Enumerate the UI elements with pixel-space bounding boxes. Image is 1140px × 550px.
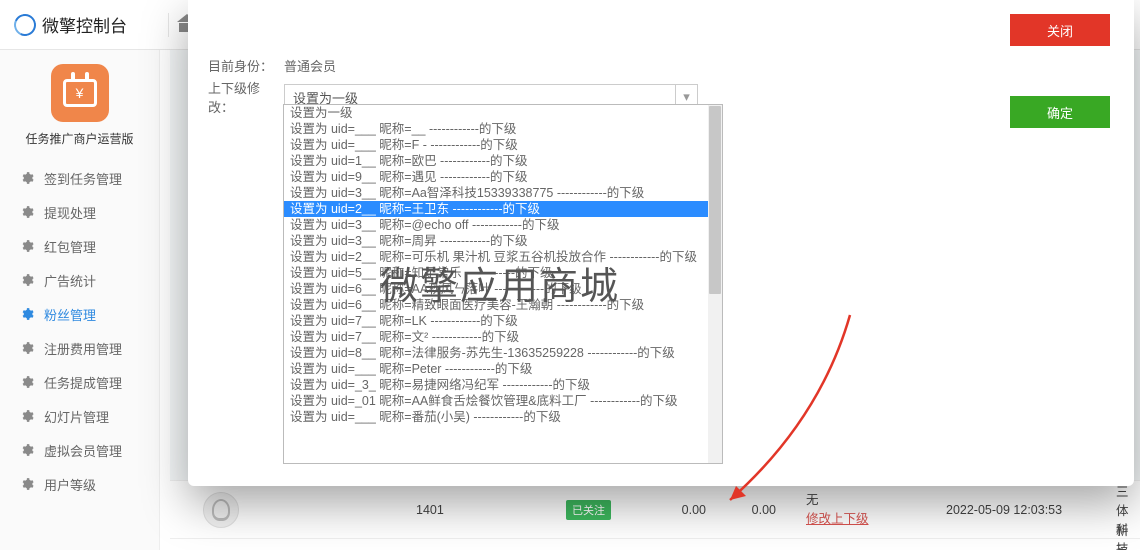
ok-button[interactable]: 确定 xyxy=(1010,96,1110,128)
sidebar-item-7[interactable]: 幻灯片管理 xyxy=(0,399,159,433)
dropdown-option[interactable]: 设置为 uid=_01 昵称=AA鲜食舌烩餐饮管理&底料工厂 ---------… xyxy=(284,393,708,409)
sidebar-item-5[interactable]: 注册费用管理 xyxy=(0,331,159,365)
sidebar-item-0[interactable]: 签到任务管理 xyxy=(0,161,159,195)
dropdown-option[interactable]: 设置为 uid=___ 昵称=F - ------------的下级 xyxy=(284,137,708,153)
dropdown-option[interactable]: 设置为 uid=___ 昵称=__ ------------的下级 xyxy=(284,121,708,137)
dropdown-option[interactable]: 设置为 uid=9__ 昵称=遇见 ------------的下级 xyxy=(284,169,708,185)
dropdown-option[interactable]: 设置为 uid=1__ 昵称=欧巴 ------------的下级 xyxy=(284,153,708,169)
app-icon: ¥ xyxy=(51,64,109,122)
dropdown-option[interactable]: 设置为 uid=6__ 昵称=AA秋风ㄣ落叶 ------------的下级 xyxy=(284,281,708,297)
app-name: 任务推广商户运营版 xyxy=(0,130,159,147)
scrollbar-thumb[interactable] xyxy=(709,106,721,294)
sidebar-item-2[interactable]: 红包管理 xyxy=(0,229,159,263)
sidebar-item-1[interactable]: 提现处理 xyxy=(0,195,159,229)
logo[interactable]: 微擎控制台 xyxy=(0,12,160,37)
dropdown-option[interactable]: 设置为 uid=___ 昵称=番茄(小吴) ------------的下级 xyxy=(284,409,708,425)
dropdown-option[interactable]: 设置为 uid=2__ 昵称=王卫东 ------------的下级 xyxy=(284,201,708,217)
dropdown-list[interactable]: 设置为一级设置为 uid=___ 昵称=__ ------------的下级设置… xyxy=(283,104,723,464)
table-row: 1401已关注0.000.00无修改上下级2022-05-09 12:03:53… xyxy=(170,480,1140,538)
dropdown-option[interactable]: 设置为 uid=6__ 昵称=精致眼面医疗美容-王瀚朝 ------------… xyxy=(284,297,708,313)
logo-icon xyxy=(11,10,39,38)
identity-row: 目前身份： 普通会员 xyxy=(208,56,336,75)
status-badge: 已关注 xyxy=(566,500,611,520)
sidebar-item-3[interactable]: 广告统计 xyxy=(0,263,159,297)
sidebar-item-9[interactable]: 用户等级 xyxy=(0,467,159,501)
avatar xyxy=(203,492,239,528)
level-label: 上下级修改： xyxy=(208,78,284,116)
dropdown-option[interactable]: 设置为一级 xyxy=(284,105,708,121)
modal: 关闭 确定 目前身份： 普通会员 上下级修改： 设置为一级 ▾ 设置为一级设置为… xyxy=(188,0,1134,486)
table-row: 近舞者富A张胜A张胜已关注0.000.00无修改上下级2022-05-09 10… xyxy=(170,538,1140,550)
dropdown-option[interactable]: 设置为 uid=5__ 昵称=知足常乐 ------------的下级 xyxy=(284,265,708,281)
dropdown-option[interactable]: 设置为 uid=7__ 昵称=文² ------------的下级 xyxy=(284,329,708,345)
edit-level-link[interactable]: 修改上下级 xyxy=(806,512,869,526)
divider xyxy=(168,13,169,37)
logo-text: 微擎控制台 xyxy=(42,12,127,37)
identity-label: 目前身份： xyxy=(208,56,284,75)
dropdown-option[interactable]: 设置为 uid=7__ 昵称=LK ------------的下级 xyxy=(284,313,708,329)
sidebar: ¥ 任务推广商户运营版 签到任务管理提现处理红包管理广告统计粉丝管理注册费用管理… xyxy=(0,50,160,550)
dropdown-option[interactable]: 设置为 uid=___ 昵称=Peter ------------的下级 xyxy=(284,361,708,377)
identity-value: 普通会员 xyxy=(284,56,336,75)
dropdown-option[interactable]: 设置为 uid=3__ 昵称=Aa智泽科技15339338775 -------… xyxy=(284,185,708,201)
sidebar-item-4[interactable]: 粉丝管理 xyxy=(0,297,159,331)
sidebar-menu: 签到任务管理提现处理红包管理广告统计粉丝管理注册费用管理任务提成管理幻灯片管理虚… xyxy=(0,161,159,501)
dropdown-option[interactable]: 设置为 uid=3__ 昵称=@echo off ------------的下级 xyxy=(284,217,708,233)
scrollbar[interactable] xyxy=(708,105,722,463)
sidebar-app[interactable]: ¥ 任务推广商户运营版 xyxy=(0,50,159,153)
dropdown-option[interactable]: 设置为 uid=_3_ 昵称=易捷网络冯纪军 ------------的下级 xyxy=(284,377,708,393)
dropdown-option[interactable]: 设置为 uid=8__ 昵称=法律服务-苏先生-13635259228 ----… xyxy=(284,345,708,361)
dropdown-option[interactable]: 设置为 uid=2__ 昵称=可乐机 果汁机 豆浆五谷机投放合作 -------… xyxy=(284,249,708,265)
close-button[interactable]: 关闭 xyxy=(1010,14,1110,46)
dropdown-option[interactable]: 设置为 uid=3__ 昵称=周昇 ------------的下级 xyxy=(284,233,708,249)
sidebar-item-6[interactable]: 任务提成管理 xyxy=(0,365,159,399)
sidebar-item-8[interactable]: 虚拟会员管理 xyxy=(0,433,159,467)
